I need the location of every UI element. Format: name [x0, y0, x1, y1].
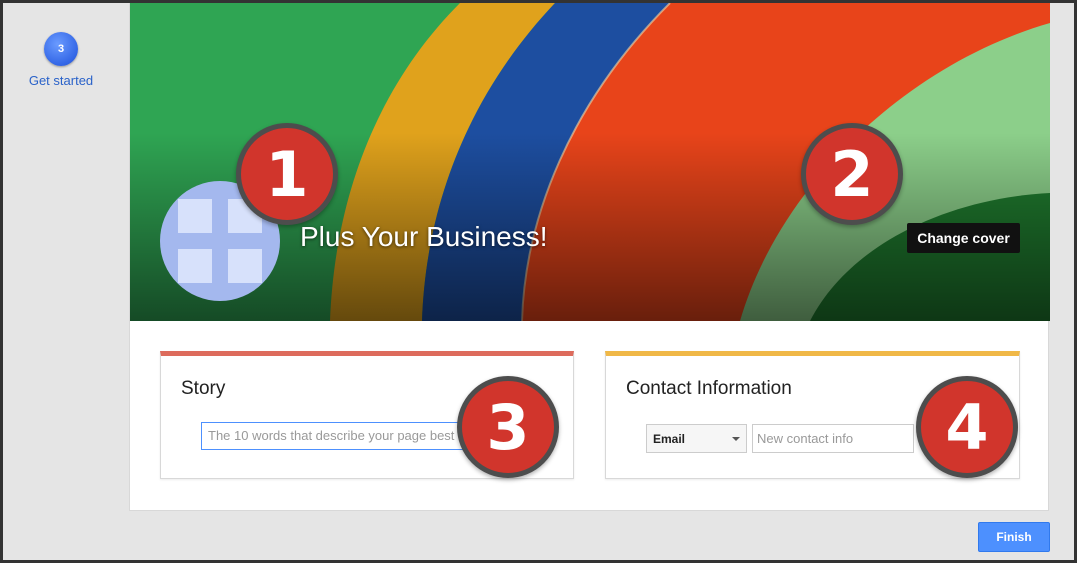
app-frame: 3 Get started Plus Your Business! Change… [3, 3, 1074, 560]
step-indicator[interactable]: 3 [44, 32, 78, 66]
callout-4: 4 [916, 376, 1018, 478]
contact-type-value: Email [653, 432, 686, 446]
callout-3: 3 [457, 376, 559, 478]
page-name[interactable]: Plus Your Business! [300, 221, 548, 253]
change-cover-button[interactable]: Change cover [907, 223, 1020, 253]
contact-title: Contact Information [626, 378, 792, 399]
page-setup-card: Plus Your Business! Change cover Story T… [129, 3, 1050, 511]
caret-down-icon [732, 437, 740, 441]
default-page-avatar-icon [178, 199, 262, 283]
step-label[interactable]: Get started [21, 73, 101, 88]
contact-info-input[interactable]: New contact info [752, 424, 914, 453]
story-input[interactable]: The 10 words that describe your page bes… [201, 422, 466, 450]
callout-1: 1 [236, 123, 338, 225]
finish-button[interactable]: Finish [978, 522, 1050, 552]
story-title: Story [181, 378, 226, 399]
callout-2: 2 [801, 123, 903, 225]
step-number: 3 [57, 43, 65, 55]
contact-type-select[interactable]: Email [646, 424, 747, 453]
